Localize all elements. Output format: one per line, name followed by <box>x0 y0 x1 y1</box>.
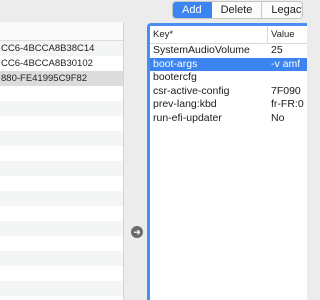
empty-row <box>0 236 123 251</box>
cell-key: csr-active-config <box>153 84 230 97</box>
empty-row <box>0 86 123 101</box>
table-row[interactable]: run-efi-updater No <box>150 112 307 126</box>
device-list-pane: CC6-4BCCA8B38C14 CC6-4BCCA8B30102 880-FE… <box>0 22 124 300</box>
add-button[interactable]: Add <box>173 2 212 18</box>
empty-row <box>0 116 123 131</box>
empty-row <box>0 101 123 116</box>
table-row-selected[interactable]: boot-args -v amf <box>150 57 307 71</box>
cell-key: SystemAudioVolume <box>153 44 250 56</box>
cell-key: prev-lang:kbd <box>153 98 217 110</box>
cell-key: boot-args <box>153 57 198 70</box>
empty-row <box>0 266 123 281</box>
legacy-button[interactable]: Legacy <box>262 2 302 18</box>
toolbar: Add Delete Legacy <box>0 0 303 20</box>
nvram-table: Key* Value SystemAudioVolume 25 boot-arg… <box>147 23 307 300</box>
column-header-key[interactable]: Key* <box>150 26 268 43</box>
cell-value: 25 <box>271 44 283 56</box>
arrow-right-icon[interactable]: ➜ <box>131 226 143 238</box>
empty-row <box>0 206 123 221</box>
empty-row <box>0 221 123 236</box>
cell-value: -v amf <box>271 57 301 70</box>
device-list-header <box>0 22 123 41</box>
empty-row <box>0 251 123 266</box>
empty-row <box>0 161 123 176</box>
column-header-value[interactable]: Value <box>268 26 295 43</box>
segmented-control: Add Delete Legacy <box>172 1 303 19</box>
cell-value: 7F090 <box>271 84 301 97</box>
empty-row <box>0 176 123 191</box>
cell-value: No <box>271 111 285 124</box>
empty-row <box>0 146 123 161</box>
device-list-item[interactable]: CC6-4BCCA8B30102 <box>0 56 123 71</box>
table-row[interactable]: SystemAudioVolume 25 <box>150 44 307 58</box>
table-header: Key* Value <box>150 26 307 44</box>
cell-value <box>268 71 271 85</box>
cell-value: fr-FR:0 <box>271 98 304 110</box>
empty-row <box>0 131 123 146</box>
device-list-item[interactable]: CC6-4BCCA8B38C14 <box>0 41 123 56</box>
cell-key: bootercfg <box>153 71 197 83</box>
cell-key: run-efi-updater <box>153 111 222 124</box>
table-row[interactable]: bootercfg <box>150 71 307 85</box>
delete-button[interactable]: Delete <box>211 2 263 18</box>
device-list-item-selected[interactable]: 880-FE41995C9F82 <box>0 71 123 86</box>
table-row[interactable]: prev-lang:kbd fr-FR:0 <box>150 98 307 112</box>
empty-row <box>0 281 123 296</box>
table-row[interactable]: csr-active-config 7F090 <box>150 85 307 99</box>
empty-row <box>0 191 123 206</box>
pane-divider <box>124 22 147 300</box>
